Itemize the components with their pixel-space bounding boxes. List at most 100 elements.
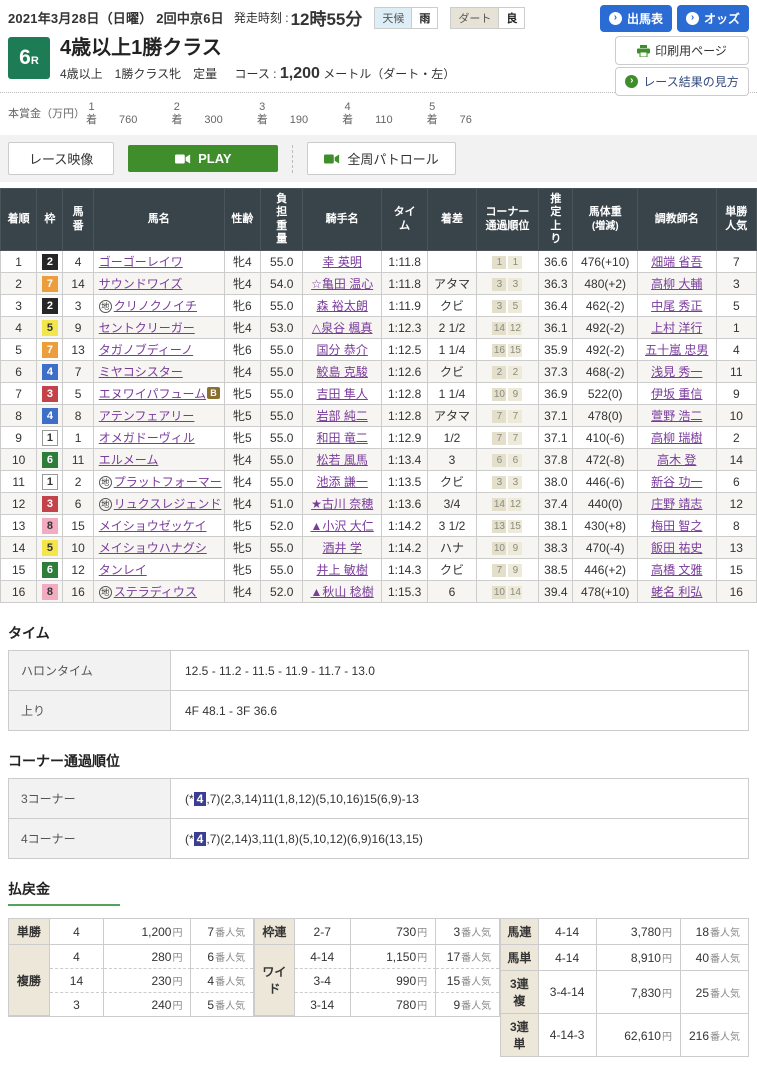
horse-name-link[interactable]: タガノブディーノ	[99, 343, 193, 357]
race-video-button[interactable]: レース映像	[8, 142, 115, 176]
horse-name-link[interactable]: ステラディウス	[114, 585, 197, 599]
payout-amount: 3,780円	[596, 919, 681, 946]
corner-positions: 77	[475, 404, 540, 428]
jockey-link[interactable]: 池添 謙一	[316, 475, 367, 489]
corner4-position: 3	[508, 476, 523, 490]
trainer-link[interactable]: 梅田 智之	[651, 519, 702, 533]
margin: アタマ	[427, 272, 477, 296]
payout-combination: 4-14	[294, 945, 351, 970]
corner4-row: 4コーナー (* 4,7)(2,14)3,11(1,8)(5,10,12)(6,9…	[8, 818, 749, 860]
trainer-link[interactable]: 高柳 瑞樹	[651, 431, 702, 445]
horse-name-link[interactable]: アテンフェアリー	[99, 409, 195, 423]
carried-weight: 55.0	[260, 470, 304, 494]
horse-number: 14	[62, 272, 94, 296]
jockey-link[interactable]: 鮫島 克駿	[316, 365, 367, 379]
frame-badge: 7	[41, 341, 58, 358]
col-corner-order: コーナー通過順位	[475, 188, 540, 252]
carried-weight: 55.0	[260, 382, 304, 406]
margin: 1/2	[427, 426, 477, 450]
body-weight: 476(+10)	[572, 250, 638, 274]
horse-name-link[interactable]: エヌワイパフューム	[99, 387, 206, 401]
jockey-link[interactable]: ★古川 奈穂	[311, 497, 373, 511]
corner4-position: 5	[508, 300, 523, 314]
jockey-link[interactable]: ▲秋山 稔樹	[311, 585, 374, 599]
jockey-link[interactable]: 井上 敏樹	[316, 563, 367, 577]
payout-combination: 3	[50, 993, 105, 1017]
corner-positions: 14 12	[475, 492, 540, 516]
jockey-link[interactable]: 酒井 学	[322, 541, 361, 555]
horse-row: 9 1 1 オメガドーヴィル 牝5 55.0 和田 竜二 1:12.9 1/2 7 7 37.1 410…	[0, 426, 757, 450]
odds-button[interactable]: › オッズ	[676, 5, 749, 32]
col-horse-number: 馬番	[62, 188, 94, 252]
horse-name-link[interactable]: セントクリーガー	[99, 321, 195, 335]
col-jockey: 騎手名	[302, 188, 382, 252]
margin: ハナ	[427, 536, 477, 560]
trainer-link[interactable]: 浅見 秀一	[651, 365, 702, 379]
horse-name-link[interactable]: タンレイ	[99, 563, 147, 577]
frame-badge: 5	[41, 319, 58, 336]
horse-name-link[interactable]: クリノクノイチ	[114, 299, 197, 313]
race-date: 2021年3月28日（日曜） 2回中京6日	[8, 11, 224, 26]
entries-button[interactable]: › 出馬表	[599, 5, 672, 32]
trainer-link[interactable]: 高木 登	[657, 453, 696, 467]
race-number-badge: 6R	[8, 37, 50, 79]
corner-positions: 33	[475, 470, 540, 494]
horse-name-link[interactable]: リュクスレジェンド	[114, 497, 222, 511]
horse-name-link[interactable]: エルメーム	[99, 453, 159, 467]
popularity-suffix: 番人気	[215, 1001, 246, 1013]
bet-type-label: ワイド	[255, 945, 295, 1017]
jockey-link[interactable]: 和田 竜二	[316, 431, 367, 445]
horse-name-cell: ミヤコシスター	[92, 360, 225, 384]
jockey-link[interactable]: 岩部 純二	[316, 409, 367, 423]
trainer-cell: 新谷 功一	[636, 470, 717, 494]
trainer-link[interactable]: 高橋 文雅	[651, 563, 702, 577]
trainer-link[interactable]: 蛯名 利弘	[651, 585, 702, 599]
jockey-link[interactable]: 吉田 隼人	[316, 387, 367, 401]
print-page-button[interactable]: 印刷用ページ	[615, 36, 749, 65]
horse-row: 2 7 14 サウンドワイズ 牝4 54.0 ☆亀田 温心 1:11.8 アタマ 3 3 36.3 48…	[0, 272, 757, 296]
result-guide-button[interactable]: › レース結果の見方	[615, 67, 749, 96]
trainer-link[interactable]: 庄野 靖志	[651, 497, 702, 511]
jockey-link[interactable]: 松若 風馬	[316, 453, 367, 467]
corner4-position: 14	[508, 586, 523, 600]
trainer-link[interactable]: 萱野 浩二	[651, 409, 702, 423]
frame-number: 6	[36, 448, 64, 472]
trainer-link[interactable]: 畑端 省吾	[651, 255, 702, 269]
last-3f: 36.3	[538, 272, 574, 296]
jockey-link[interactable]: 森 裕太朗	[316, 299, 367, 313]
horse-name-link[interactable]: プラットフォーマー	[114, 475, 222, 489]
jockey-link[interactable]: ☆亀田 温心	[311, 277, 373, 291]
trainer-link[interactable]: 五十嵐 忠男	[645, 343, 708, 357]
track-condition-badge: ダート 良	[450, 6, 526, 29]
horse-name-link[interactable]: メイショウハナグシ	[99, 541, 207, 555]
corner4-value: (* 4,7)(2,14)3,11(1,8)(5,10,12)(6,9)16(13…	[170, 818, 749, 860]
jockey-link[interactable]: 幸 英明	[322, 255, 361, 269]
horse-name-link[interactable]: ミヤコシスター	[99, 365, 183, 379]
col-carried-weight: 負担重量	[260, 188, 304, 252]
horse-name-link[interactable]: ゴーゴーレイワ	[99, 255, 183, 269]
horse-name-link[interactable]: メイショウゼッケイ	[99, 519, 207, 533]
jockey-link[interactable]: ▲小沢 大仁	[311, 519, 374, 533]
horse-name-link[interactable]: オメガドーヴィル	[99, 431, 195, 445]
corner3-position: 10	[492, 542, 507, 556]
horse-name-link[interactable]: サウンドワイズ	[99, 277, 183, 291]
finish-position: 3	[0, 294, 38, 318]
body-weight: 446(-6)	[572, 470, 638, 494]
trainer-link[interactable]: 伊坂 重信	[651, 387, 702, 401]
play-button[interactable]: PLAY	[128, 145, 279, 173]
trainer-link[interactable]: 上村 洋行	[651, 321, 702, 335]
trainer-link[interactable]: 高柳 大輔	[651, 277, 702, 291]
trainer-link[interactable]: 中尾 秀正	[651, 299, 702, 313]
jockey-link[interactable]: 国分 恭介	[316, 343, 367, 357]
trainer-link[interactable]: 新谷 功一	[651, 475, 702, 489]
finish-position: 2	[0, 272, 38, 296]
horse-row: 16 8 16 地ステラディウス 牝4 52.0 ▲秋山 稔樹 1:15.3 6 10 14 39.4…	[0, 580, 757, 604]
corner3-position: 1	[492, 256, 507, 270]
yen-suffix: 円	[172, 977, 183, 989]
jockey-link[interactable]: △泉谷 楓真	[312, 321, 373, 335]
frame-number: 5	[36, 316, 64, 340]
horse-number: 2	[62, 470, 94, 494]
patrol-video-button[interactable]: 全周パトロール	[307, 142, 456, 176]
last-3f: 37.1	[538, 426, 574, 450]
trainer-link[interactable]: 飯田 祐史	[651, 541, 702, 555]
